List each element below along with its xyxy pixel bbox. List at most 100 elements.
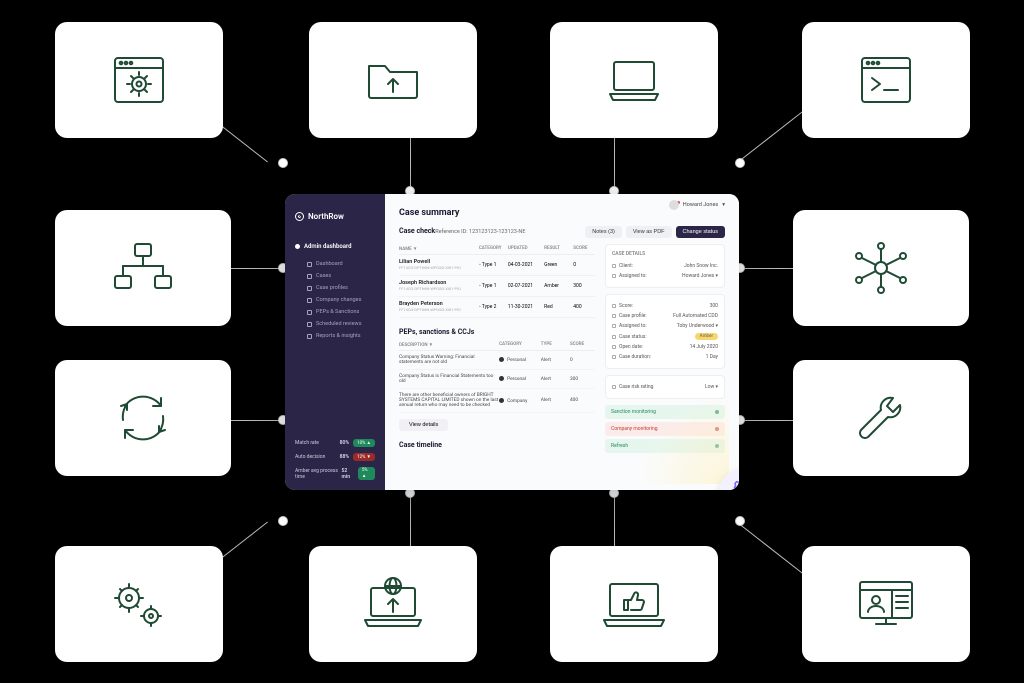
settings-window-icon [107,48,171,112]
nav-item-label: PEPs & Sanctions [316,309,359,315]
case-metrics-panel: Score:300 Case profile:Full Automated CD… [605,294,725,369]
brand-logo-icon [295,212,304,221]
view-details-button[interactable]: View details [399,419,448,431]
connector-dot [735,516,745,526]
dashboard-window: NorthRow Admin dashboard Dashboard Cases C… [285,194,739,490]
main-panel: Howard Jones ▾ Case summary Case check R… [385,194,739,490]
case-risk-panel: Case risk ratingLow ▾ [605,375,725,399]
table-row[interactable]: Company Status is Financial Statements t… [399,370,595,389]
nav-item-label: Company changes [316,297,361,303]
view-pdf-button[interactable]: View as PDF [626,226,672,238]
user-name: Howard Jones [683,202,718,208]
connector [231,268,285,269]
connector [410,490,411,546]
terminal-window-icon [854,48,918,112]
stat-row: Match rate80%10% ▲ [295,439,375,447]
card-network-hub [793,210,969,326]
nav-item-icon [307,274,312,279]
sidebar-item[interactable]: Scheduled reviews [295,318,375,330]
table-row[interactable]: Joseph RichardsonFF14CG-DPT66N-WPGSG-XI8… [399,276,595,297]
case-table-header: NAME ▼ CATEGORY UPDATED RESULT SCORE [399,244,595,255]
stat-row: Amber avg process time52 min5% ▲ [295,467,375,480]
sidebar-item[interactable]: Company changes [295,294,375,306]
laptop-icon [602,48,666,112]
sidebar-item[interactable]: PEPs & Sanctions [295,306,375,318]
nav-item-icon [307,298,312,303]
connector-dot [735,158,745,168]
case-details-panel: CASE DETAILS Client:John Snow Inc. Assig… [605,244,725,288]
api-badge-label: API [736,489,739,491]
card-flowchart [55,210,231,326]
notes-button[interactable]: Notes (3) [585,226,622,238]
connector-dot [278,516,288,526]
nav-item-icon [307,334,312,339]
peps-heading: PEPs, sanctions & CCJs [399,328,595,336]
refresh-cycle-icon [111,386,175,450]
network-hub-icon [845,236,917,300]
flowchart-icon [107,236,179,300]
laptop-thumbs-up-icon [598,572,670,636]
monitoring-row[interactable]: Company monitoring [605,422,725,436]
card-laptop [550,22,718,138]
toggle-icon [715,427,719,431]
nav-header: Admin dashboard [295,243,375,250]
nav-item-icon [307,286,312,291]
nav-item-label: Dashboard [316,261,343,267]
sidebar-stats: Match rate80%10% ▲ Auto decision88%12% ▼ A… [295,439,375,480]
card-wrench [793,360,969,476]
nav-item-icon [307,262,312,267]
peps-table-header: DESCRIPTION ▼ CATEGORY TYPE SCORE [399,340,595,351]
card-folder-upload [309,22,477,138]
timeline-heading: Case timeline [399,441,595,449]
table-row[interactable]: Lilian PowellFF14CG-DPT66N-WPGSG-XI81-PI… [399,255,595,276]
table-row[interactable]: There are other beneficial owners of BRI… [399,389,595,413]
monitoring-row[interactable]: Refresh [605,439,725,453]
card-settings-window [55,22,223,138]
card-gears [55,546,223,662]
connector [740,524,805,575]
brand-name: NorthRow [308,212,344,221]
toggle-icon [715,444,719,448]
nav-header-label: Admin dashboard [304,243,352,250]
connector [739,420,793,421]
sidebar-item[interactable]: Case profiles [295,282,375,294]
brand: NorthRow [295,212,375,221]
nav-item-label: Cases [316,273,331,279]
monitoring-row[interactable]: Sanction monitoring [605,405,725,419]
card-terminal-window [802,22,970,138]
nav-item-label: Scheduled reviews [316,321,362,327]
stat-row: Auto decision88%12% ▼ [295,453,375,461]
connector [739,268,793,269]
user-menu[interactable]: Howard Jones ▾ [669,200,725,210]
avatar [669,200,679,210]
card-video-call-monitor [802,546,970,662]
sidebar: NorthRow Admin dashboard Dashboard Cases C… [285,194,385,490]
table-row[interactable]: Company Status Warning: Financial statem… [399,351,595,370]
nav-item-label: Case profiles [316,285,348,291]
case-details-heading: CASE DETAILS [612,251,718,257]
video-call-monitor-icon [850,572,922,636]
card-laptop-thumbs-up [550,546,718,662]
card-laptop-upload-globe [309,546,477,662]
sidebar-item[interactable]: Dashboard [295,258,375,270]
table-row[interactable]: Brayden PetersonFF14CG-DPT66N-WPGSG-XI81… [399,297,595,318]
connector-dot [278,158,288,168]
folder-upload-icon [361,48,425,112]
case-check-heading: Case check [399,227,435,235]
wrench-icon [849,386,913,450]
laptop-upload-globe-icon [357,572,429,636]
nav-header-dot-icon [295,244,300,249]
toggle-icon [715,410,719,414]
nav-item-icon [307,322,312,327]
gears-icon [103,572,175,636]
nav-item-label: Reports & insights [316,333,361,339]
nav-item-icon [307,310,312,315]
card-refresh-cycle [55,360,231,476]
sidebar-item[interactable]: Reports & insights [295,330,375,342]
reference-label: Reference ID: 123123123-123123-NE [435,229,525,235]
sidebar-item[interactable]: Cases [295,270,375,282]
change-status-button[interactable]: Change status [676,226,725,238]
connector [231,420,285,421]
connector [614,490,615,546]
connector [740,110,805,161]
